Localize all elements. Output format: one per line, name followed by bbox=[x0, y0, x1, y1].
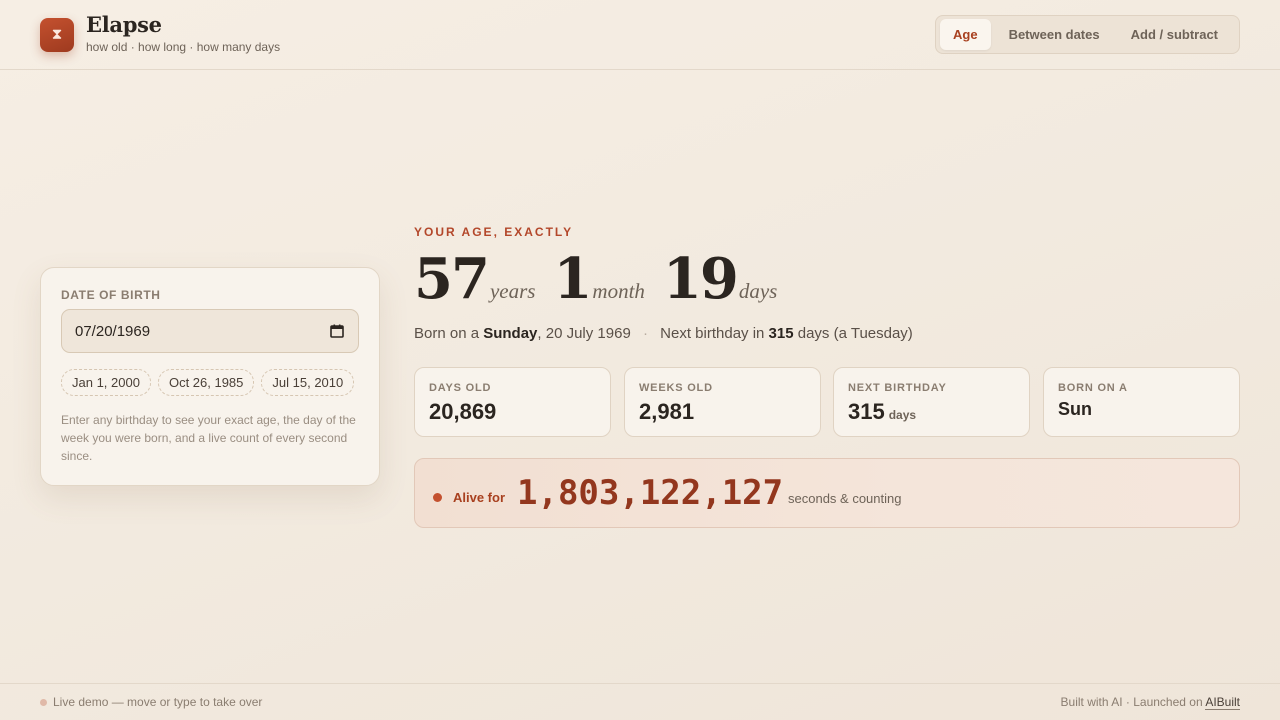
stat-value: 20,869 bbox=[429, 399, 497, 424]
alive-seconds-count: 1,803,122,127 bbox=[517, 473, 784, 513]
help-text: Enter any birthday to see your exact age… bbox=[61, 413, 356, 463]
age-months-unit: month bbox=[592, 279, 645, 303]
live-dot-icon bbox=[433, 493, 442, 502]
age-display: 57 years 1 month 19 days bbox=[414, 246, 777, 312]
tab-age[interactable]: Age bbox=[940, 19, 991, 50]
born-date: , 20 July 1969 bbox=[537, 325, 631, 342]
born-weekday: Sunday bbox=[483, 325, 538, 342]
date-value[interactable]: 07/20/1969 bbox=[75, 323, 150, 340]
stat-label: BORN ON A bbox=[1058, 382, 1128, 394]
calendar-icon[interactable] bbox=[330, 324, 344, 338]
age-years-unit: years bbox=[489, 279, 536, 303]
credit-prefix: Built with AI · Launched on bbox=[1060, 695, 1203, 709]
tab-add-subtract[interactable]: Add / subtract bbox=[1118, 19, 1231, 50]
live-demo-note: Live demo — move or type to take over bbox=[53, 695, 263, 709]
preset-chip[interactable]: Jan 1, 2000 bbox=[61, 369, 151, 396]
app-title: Elapse bbox=[86, 12, 162, 37]
stat-days-old: DAYS OLD 20,869 bbox=[414, 367, 611, 437]
app-subtitle: how old · how long · how many days bbox=[86, 40, 281, 54]
alive-suffix: seconds & counting bbox=[788, 491, 902, 506]
result-eyebrow: YOUR AGE, EXACTLY bbox=[414, 225, 574, 239]
birthdate-card: DATE OF BIRTH 07/20/1969 Jan 1, 2000 Oct… bbox=[40, 267, 380, 486]
age-years: 57 bbox=[414, 246, 490, 312]
stat-value: 2,981 bbox=[639, 399, 695, 424]
date-of-birth-label: DATE OF BIRTH bbox=[61, 288, 161, 302]
mode-tabs: Age Between dates Add / subtract bbox=[935, 15, 1240, 54]
stat-weeks-old: WEEKS OLD 2,981 bbox=[624, 367, 821, 437]
next-birthday-suffix: days (a Tuesday) bbox=[797, 325, 913, 342]
age-days: 19 bbox=[662, 246, 739, 312]
stat-unit: days bbox=[888, 408, 917, 422]
aibuilt-link[interactable]: AIBuilt bbox=[1205, 695, 1240, 710]
preset-chip[interactable]: Jul 15, 2010 bbox=[261, 369, 355, 396]
live-demo-dot-icon bbox=[40, 699, 47, 706]
born-prefix: Born on a bbox=[414, 325, 480, 342]
stat-label: WEEKS OLD bbox=[639, 382, 713, 394]
summary-separator: · bbox=[642, 325, 648, 342]
footer-credit: Built with AI · Launched on AIBuilt bbox=[1060, 695, 1240, 710]
alive-label: Alive for bbox=[453, 490, 506, 505]
preset-chips: Jan 1, 2000 Oct 26, 1985 Jul 15, 2010 bbox=[61, 369, 361, 396]
footer: Live demo — move or type to take over Bu… bbox=[0, 683, 1280, 720]
stat-next-birthday: NEXT BIRTHDAY 315 days bbox=[833, 367, 1030, 437]
stat-label: DAYS OLD bbox=[429, 382, 492, 394]
preset-chip[interactable]: Oct 26, 1985 bbox=[157, 369, 255, 396]
stat-value: 315 bbox=[848, 399, 885, 424]
date-of-birth-input[interactable]: 07/20/1969 bbox=[61, 309, 359, 353]
stat-value-wrap: 315 days bbox=[848, 399, 916, 425]
app-header: ⧗ Elapse how old · how long · how many d… bbox=[0, 0, 1280, 70]
stat-label: NEXT BIRTHDAY bbox=[848, 382, 947, 394]
next-birthday-days: 315 bbox=[768, 325, 794, 342]
stat-value: Sun bbox=[1058, 399, 1092, 419]
alive-counter: Alive for 1,803,122,127 seconds & counti… bbox=[414, 458, 1240, 528]
tab-between-dates[interactable]: Between dates bbox=[996, 19, 1113, 50]
next-birthday-prefix: Next birthday in bbox=[660, 325, 765, 342]
stat-born-on: BORN ON A Sun bbox=[1043, 367, 1240, 437]
age-months: 1 bbox=[553, 246, 592, 312]
birth-summary: Born on a Sunday, 20 July 1969 · Next bi… bbox=[414, 325, 913, 342]
hourglass-icon[interactable]: ⧗ bbox=[40, 18, 74, 52]
age-days-unit: days bbox=[738, 279, 778, 303]
